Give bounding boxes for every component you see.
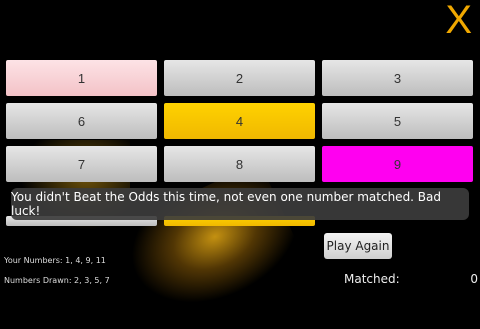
number-cell-3[interactable]: 3 (322, 60, 473, 96)
matched-count: 0 (470, 272, 478, 286)
result-toast: You didn't Beat the Odds this time, not … (11, 188, 469, 220)
your-numbers-text: Your Numbers: 1, 4, 9, 11 (4, 256, 106, 265)
number-cell-4[interactable]: 4 (164, 103, 315, 139)
matched-label: Matched: (344, 272, 400, 286)
number-cell-1[interactable]: 1 (6, 60, 157, 96)
background-glow (114, 161, 306, 329)
number-cell-2[interactable]: 2 (164, 60, 315, 96)
number-cell-9[interactable]: 9 (322, 146, 473, 182)
numbers-drawn-text: Numbers Drawn: 2, 3, 5, 7 (4, 276, 110, 285)
number-cell-7[interactable]: 7 (6, 146, 157, 182)
number-cell-8[interactable]: 8 (164, 146, 315, 182)
play-again-button[interactable]: Play Again (324, 233, 392, 259)
close-button[interactable]: X (445, 0, 472, 40)
number-cell-5[interactable]: 5 (322, 103, 473, 139)
number-cell-6[interactable]: 6 (6, 103, 157, 139)
